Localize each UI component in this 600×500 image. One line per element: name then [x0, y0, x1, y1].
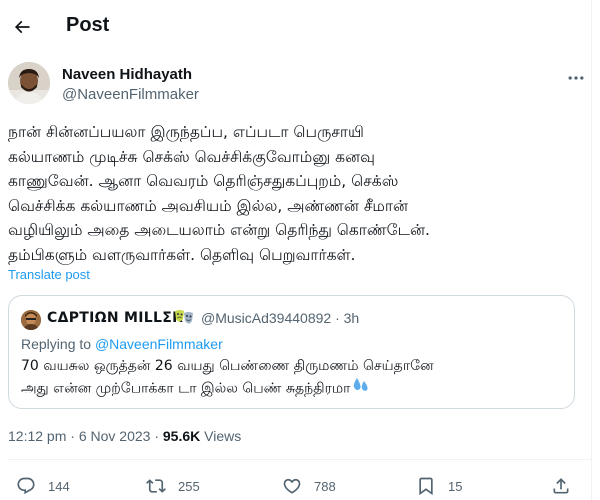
- page-title: Post: [66, 14, 110, 36]
- like-button[interactable]: 788: [282, 474, 336, 498]
- quote-text-line-content: அது என்ன முற்போக்கா டா இல்ல பெண் சுதந்தி…: [21, 380, 351, 397]
- arrow-left-icon: [12, 17, 32, 37]
- quote-text-line: அது என்ன முற்போக்கா டா இல்ல பெண் சுதந்தி…: [21, 377, 434, 400]
- like-count: 788: [314, 478, 336, 494]
- repost-button[interactable]: 255: [146, 474, 200, 498]
- theater-masks-icon: [173, 308, 195, 328]
- post-text-line: கல்யாணம் முடிச்சு செக்ஸ் வெச்சிக்குவோம்ன…: [8, 147, 375, 166]
- quote-time[interactable]: 3h: [344, 310, 360, 326]
- author-name[interactable]: Naveen Hidhayath: [62, 66, 192, 83]
- author-handle[interactable]: @NaveenFilmmaker: [62, 86, 199, 103]
- replying-to-handle[interactable]: @NaveenFilmmaker: [95, 336, 223, 352]
- post-date[interactable]: 6 Nov 2023: [79, 428, 151, 444]
- quote-meta: @MusicAd39440892 · 3h: [201, 310, 359, 326]
- separator-dot: ·: [154, 428, 159, 444]
- views-count: 95.6K: [162, 428, 201, 444]
- post-author: Naveen Hidhayath @NaveenFilmmaker: [8, 62, 592, 110]
- reply-count: 144: [48, 478, 70, 494]
- quote-author-name: CΔPTIΩN MILLΣR: [47, 310, 184, 326]
- quote-text-line: 70 வயசுல ஒருத்தன் 26 வயது பெண்ணை திருமணம…: [21, 358, 434, 374]
- replying-to-label: Replying to: [21, 336, 92, 352]
- post-text-line: தம்பிகளும் வளருவார்கள். தெளிவு பெறுவார்க…: [8, 245, 356, 264]
- bookmark-button[interactable]: 15: [416, 474, 462, 498]
- share-icon: [551, 476, 571, 496]
- divider: [8, 459, 592, 460]
- separator-dot: ·: [335, 310, 340, 326]
- sweat-droplets-icon: [352, 377, 370, 400]
- post-timestamp: 12:12 pm · 6 Nov 2023 · 95.6K Views: [8, 428, 241, 444]
- repost-count: 255: [178, 478, 200, 494]
- post-text-line: காணுவேன். ஆனா வெவரம் தெரிஞ்சதுகப்புறம், …: [8, 172, 399, 190]
- post-text-line: வழியிலும் அதை அடையலாம் என்று தெரிந்து கொ…: [8, 221, 430, 239]
- quote-author-handle: @MusicAd39440892: [201, 310, 332, 326]
- top-bar: Post: [0, 0, 592, 54]
- quoted-post[interactable]: CΔPTIΩN MILLΣR @MusicAd39440892 · 3h Rep…: [8, 295, 575, 409]
- more-icon: [566, 68, 586, 88]
- quote-avatar: [21, 310, 41, 330]
- repost-icon: [146, 476, 166, 496]
- reply-button[interactable]: 144: [16, 474, 70, 498]
- post-time[interactable]: 12:12 pm: [8, 428, 66, 444]
- replying-to: Replying to @NaveenFilmmaker: [21, 336, 223, 352]
- post-text-line: வெச்சிக்க கல்யாணம் அவசியம் இல்ல, அண்ணன் …: [8, 196, 409, 215]
- back-button[interactable]: [6, 11, 38, 43]
- avatar[interactable]: [8, 62, 50, 104]
- post-text-line: நான் சின்னப்பயலா இருந்தப்ப, எப்படா பெருச…: [8, 123, 364, 141]
- views-label: Views: [204, 428, 242, 444]
- translate-post-link[interactable]: Translate post: [8, 267, 90, 282]
- separator-dot: ·: [70, 428, 75, 444]
- heart-icon: [282, 476, 302, 496]
- post-text: நான் சின்னப்பயலா இருந்தப்ப, எப்படா பெருச…: [8, 120, 578, 267]
- bookmark-count: 15: [448, 478, 463, 494]
- quote-text: 70 வயசுல ஒருத்தன் 26 வயது பெண்ணை திருமணம…: [21, 356, 434, 400]
- bookmark-icon: [416, 476, 436, 496]
- more-options-button[interactable]: [564, 66, 588, 90]
- action-bar: 144 255 788 15: [8, 474, 592, 498]
- share-button[interactable]: [551, 474, 571, 498]
- reply-icon: [16, 476, 36, 496]
